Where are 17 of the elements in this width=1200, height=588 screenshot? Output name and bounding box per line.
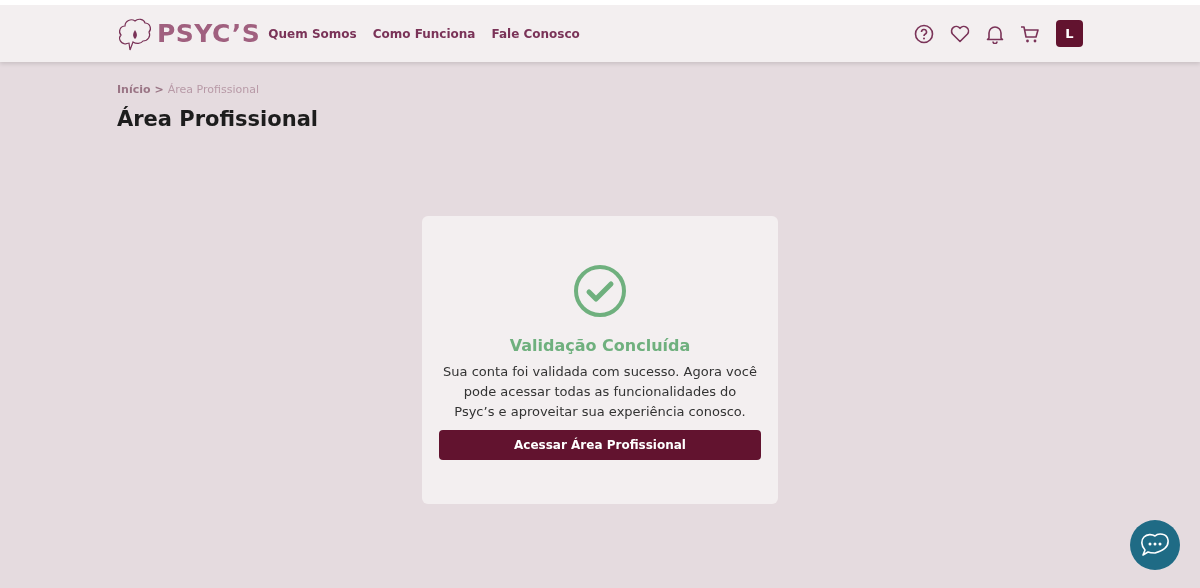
- nav-link[interactable]: Como Funciona: [372, 24, 476, 43]
- brand-name[interactable]: PSYC’S: [157, 14, 261, 53]
- check-circle-icon: [573, 263, 627, 318]
- breadcrumb-item: Área Profissional: [167, 82, 259, 98]
- heart-icon[interactable]: [950, 24, 970, 43]
- cart-icon[interactable]: [1020, 23, 1040, 44]
- access-button[interactable]: Acessar Área Profissional: [439, 429, 761, 460]
- chat-bubble-icon: [1140, 531, 1170, 559]
- user-avatar[interactable]: L: [1056, 20, 1083, 47]
- nav-link[interactable]: Fale Conosco: [491, 24, 580, 43]
- dialog-message: Sua conta foi validada com sucesso. Agora você pode acessar todas as funcionalidades do Psyc’s e aproveitar sua experiência conosco.: [442, 362, 758, 421]
- help-icon[interactable]: [914, 23, 934, 44]
- nav-link[interactable]: Quem Somos: [268, 24, 357, 43]
- chat-button[interactable]: [1130, 520, 1180, 570]
- page-title: Área Profissional: [117, 106, 320, 132]
- bell-icon[interactable]: [986, 23, 1004, 44]
- dialog-title: Validação Concluída: [508, 334, 692, 357]
